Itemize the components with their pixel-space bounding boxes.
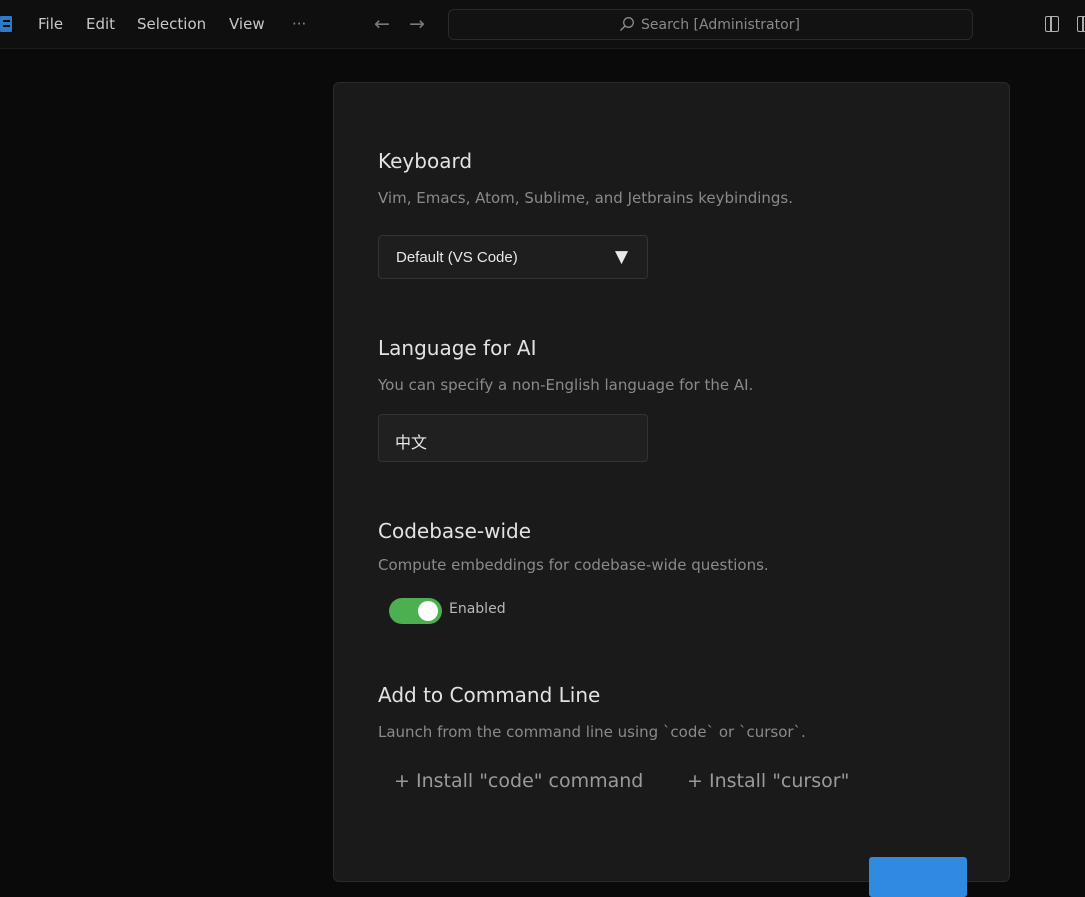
command-line-title: Add to Command Line	[378, 683, 601, 707]
codebase-description: Compute embeddings for codebase-wide que…	[378, 556, 769, 574]
menu-view[interactable]: View	[229, 15, 265, 33]
toggle-knob	[418, 601, 438, 621]
command-line-description: Launch from the command line using `code…	[378, 723, 806, 741]
settings-panel: Keyboard Vim, Emacs, Atom, Sublime, and …	[333, 82, 1010, 897]
codebase-toggle-label: Enabled	[449, 601, 506, 617]
language-title: Language for AI	[378, 336, 537, 360]
keyboard-description: Vim, Emacs, Atom, Sublime, and Jetbrains…	[378, 189, 794, 207]
keybinding-select[interactable]: Default (VS Code) ▼	[378, 235, 648, 279]
menu-more-icon[interactable]: ···	[292, 15, 306, 33]
search-placeholder: Search [Administrator]	[641, 17, 800, 33]
menu-selection[interactable]: Selection	[137, 15, 206, 33]
language-description: You can specify a non-English language f…	[378, 376, 754, 394]
dropdown-triangle-icon: ▼	[615, 247, 629, 267]
toggle-sidebar-icon[interactable]	[1077, 16, 1085, 32]
menu-file[interactable]: File	[38, 15, 63, 33]
keybinding-selected-value: Default (VS Code)	[396, 249, 518, 266]
install-code-command-button[interactable]: + Install "code" command	[394, 770, 643, 792]
primary-action-button[interactable]	[869, 857, 967, 897]
app-logo-icon	[0, 16, 12, 32]
forward-arrow-icon[interactable]: →	[409, 13, 425, 35]
search-input[interactable]: Search [Administrator]	[448, 9, 973, 40]
search-icon	[620, 17, 634, 31]
language-input[interactable]: 中文	[378, 414, 648, 462]
codebase-title: Codebase-wide	[378, 519, 532, 543]
title-bar: File Edit Selection View ··· ← → Search …	[0, 0, 1085, 49]
install-cursor-command-button[interactable]: + Install "cursor"	[687, 770, 849, 792]
keyboard-title: Keyboard	[378, 149, 473, 173]
menu-edit[interactable]: Edit	[86, 15, 115, 33]
language-input-value: 中文	[395, 433, 428, 452]
back-arrow-icon[interactable]: ←	[374, 13, 390, 35]
toggle-panel-icon[interactable]	[1045, 16, 1059, 32]
codebase-toggle[interactable]	[389, 598, 442, 624]
